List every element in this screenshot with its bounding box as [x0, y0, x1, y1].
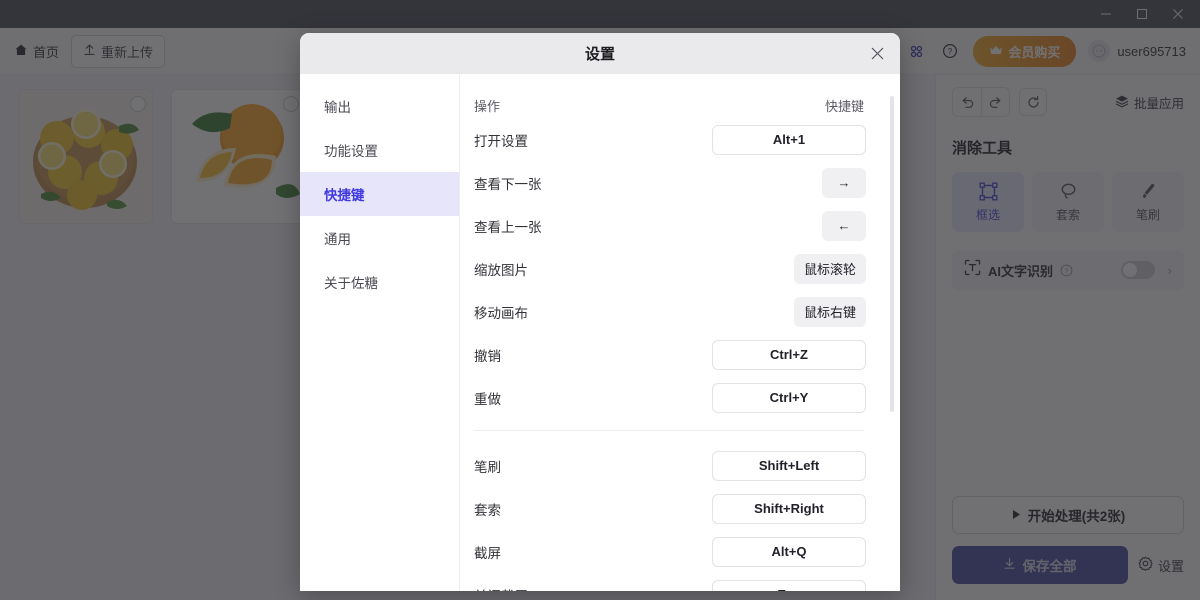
shortcut-key-button[interactable]: Ctrl+Z [712, 340, 866, 370]
shortcut-row: 移动画布 鼠标右键 [474, 293, 866, 330]
shortcut-action-label: 截屏 [474, 542, 501, 562]
shortcut-row: 查看上一张 ← [474, 207, 866, 244]
dialog-title: 设置 [585, 43, 615, 64]
shortcut-action-label: 重做 [474, 388, 501, 408]
shortcut-key-button[interactable]: Ctrl+Y [712, 383, 866, 413]
shortcut-key-button[interactable]: Esc [712, 580, 866, 592]
sidebar-item-label: 功能设置 [324, 140, 378, 160]
shortcut-key-button[interactable]: Alt+1 [712, 125, 866, 155]
shortcut-action-label: 笔刷 [474, 456, 501, 476]
sidebar-item-shortcuts[interactable]: 快捷键 [300, 172, 459, 216]
shortcut-row: 撤销 Ctrl+Z [474, 336, 866, 373]
shortcut-action-label: 查看上一张 [474, 216, 542, 236]
shortcut-action-label: 撤销 [474, 345, 501, 365]
sidebar-item-about[interactable]: 关于佐糖 [300, 260, 459, 304]
column-header-shortcut: 快捷键 [825, 96, 864, 115]
close-icon[interactable] [864, 41, 890, 67]
shortcuts-group-divider [474, 430, 864, 431]
shortcut-action-label: 关闭截屏 [474, 585, 528, 592]
shortcut-key-button[interactable]: ← [822, 211, 866, 241]
shortcut-row: 笔刷 Shift+Left [474, 447, 866, 484]
shortcut-key-button[interactable]: Alt+Q [712, 537, 866, 567]
shortcut-action-label: 打开设置 [474, 130, 528, 150]
shortcut-row: 缩放图片 鼠标滚轮 [474, 250, 866, 287]
dialog-body: 输出 功能设置 快捷键 通用 关于佐糖 操作 快捷键 打 [300, 74, 900, 591]
shortcut-action-label: 缩放图片 [474, 259, 528, 279]
shortcut-key-button[interactable]: Shift+Right [712, 494, 866, 524]
shortcut-row: 截屏 Alt+Q [474, 533, 866, 570]
dialog-scrollbar[interactable] [890, 96, 894, 412]
shortcut-row: 查看下一张 → [474, 164, 866, 201]
shortcut-row: 重做 Ctrl+Y [474, 379, 866, 416]
shortcuts-table-header: 操作 快捷键 [474, 96, 866, 115]
shortcut-key-button[interactable]: Shift+Left [712, 451, 866, 481]
shortcut-action-label: 套索 [474, 499, 501, 519]
shortcut-key-button[interactable]: 鼠标右键 [794, 297, 866, 327]
sidebar-item-output[interactable]: 输出 [300, 84, 459, 128]
shortcut-row: 打开设置 Alt+1 [474, 121, 866, 158]
shortcut-action-label: 移动画布 [474, 302, 528, 322]
shortcut-row: 关闭截屏 Esc [474, 576, 866, 591]
shortcut-action-label: 查看下一张 [474, 173, 542, 193]
sidebar-item-label: 输出 [324, 96, 351, 116]
shortcuts-scroll-area[interactable]: 操作 快捷键 打开设置 Alt+1 查看下一张 → 查看上一张 ← 缩放图片 [460, 74, 900, 591]
dialog-sidebar: 输出 功能设置 快捷键 通用 关于佐糖 [300, 74, 460, 591]
shortcut-key-button[interactable]: 鼠标滚轮 [794, 254, 866, 284]
sidebar-item-features[interactable]: 功能设置 [300, 128, 459, 172]
dialog-header: 设置 [300, 33, 900, 74]
sidebar-item-label: 快捷键 [324, 184, 365, 204]
shortcut-key-button[interactable]: → [822, 168, 866, 198]
settings-dialog: 设置 输出 功能设置 快捷键 通用 关于佐糖 [300, 33, 900, 591]
dialog-content: 操作 快捷键 打开设置 Alt+1 查看下一张 → 查看上一张 ← 缩放图片 [460, 74, 900, 591]
sidebar-item-general[interactable]: 通用 [300, 216, 459, 260]
shortcut-row: 套索 Shift+Right [474, 490, 866, 527]
sidebar-item-label: 通用 [324, 228, 351, 248]
column-header-action: 操作 [474, 96, 500, 115]
sidebar-item-label: 关于佐糖 [324, 272, 378, 292]
